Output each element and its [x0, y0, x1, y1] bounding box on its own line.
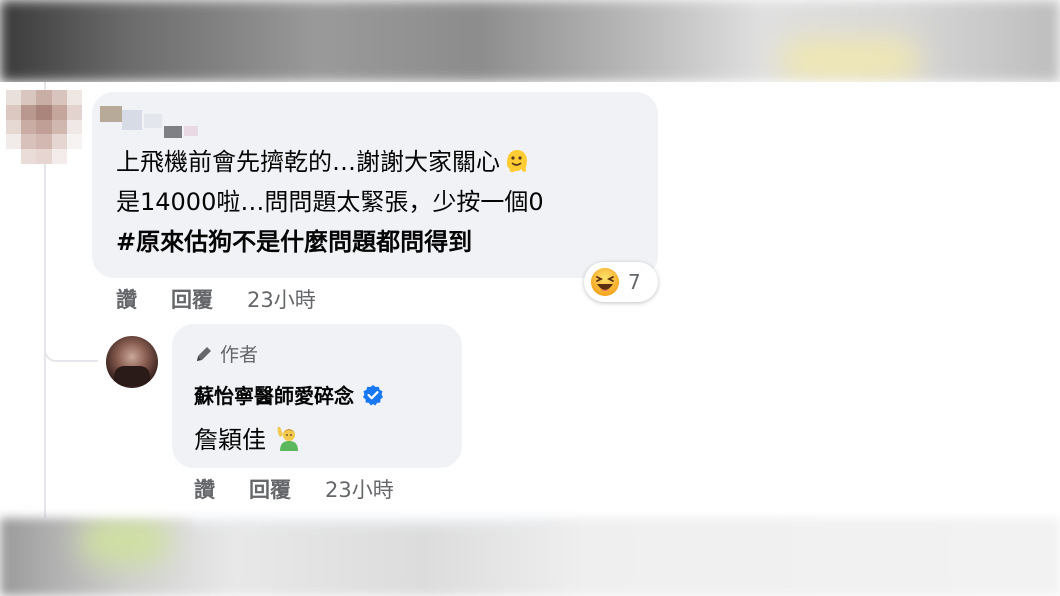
author-avatar[interactable] [106, 336, 158, 388]
commenter-name[interactable] [100, 104, 210, 138]
laughing-emoji-icon [591, 268, 619, 296]
verified-badge-icon [363, 384, 383, 405]
reply-actions: 讚 回覆 23小時 [194, 474, 394, 504]
reply-author-name[interactable]: 蘇怡寧醫師愛碎念 [194, 380, 354, 409]
comment-actions: 讚 回覆 23小時 [116, 284, 316, 314]
comment-timestamp[interactable]: 23小時 [247, 284, 316, 314]
author-badge-label: 作者 [220, 344, 259, 366]
reply-like-button[interactable]: 讚 [194, 474, 215, 504]
comment-line-1: 上飛機前會先擠乾的…謝謝大家關心 [116, 148, 500, 176]
reaction-summary[interactable]: 7 [584, 262, 658, 302]
reply-timestamp[interactable]: 23小時 [325, 474, 394, 504]
like-button[interactable]: 讚 [116, 284, 137, 314]
reply-text: 詹穎佳 [194, 420, 302, 455]
reply-button[interactable]: 回覆 [171, 284, 213, 314]
melting-face-emoji-icon [507, 150, 527, 173]
blurred-footer-region [0, 518, 1060, 596]
comment-line-2: 是14000啦…問問題太緊張，少按一個0 [116, 188, 544, 216]
comment-text: 上飛機前會先擠乾的…謝謝大家關心 是14000啦…問問題太緊張，少按一個0 #原… [116, 142, 656, 262]
comment-line-3: #原來估狗不是什麼問題都問得到 [116, 228, 473, 256]
pen-icon [197, 346, 211, 361]
blurred-header-region [0, 0, 1060, 82]
person-raising-hand-emoji-icon [277, 426, 298, 451]
reply-author: 蘇怡寧醫師愛碎念 [194, 380, 384, 409]
thread-branch-line [44, 300, 98, 362]
author-badge: 作者 [194, 340, 258, 367]
reaction-count: 7 [628, 270, 641, 294]
reply-reply-button[interactable]: 回覆 [249, 474, 291, 504]
mentioned-user[interactable]: 詹穎佳 [194, 420, 266, 455]
commenter-avatar[interactable] [6, 90, 82, 164]
